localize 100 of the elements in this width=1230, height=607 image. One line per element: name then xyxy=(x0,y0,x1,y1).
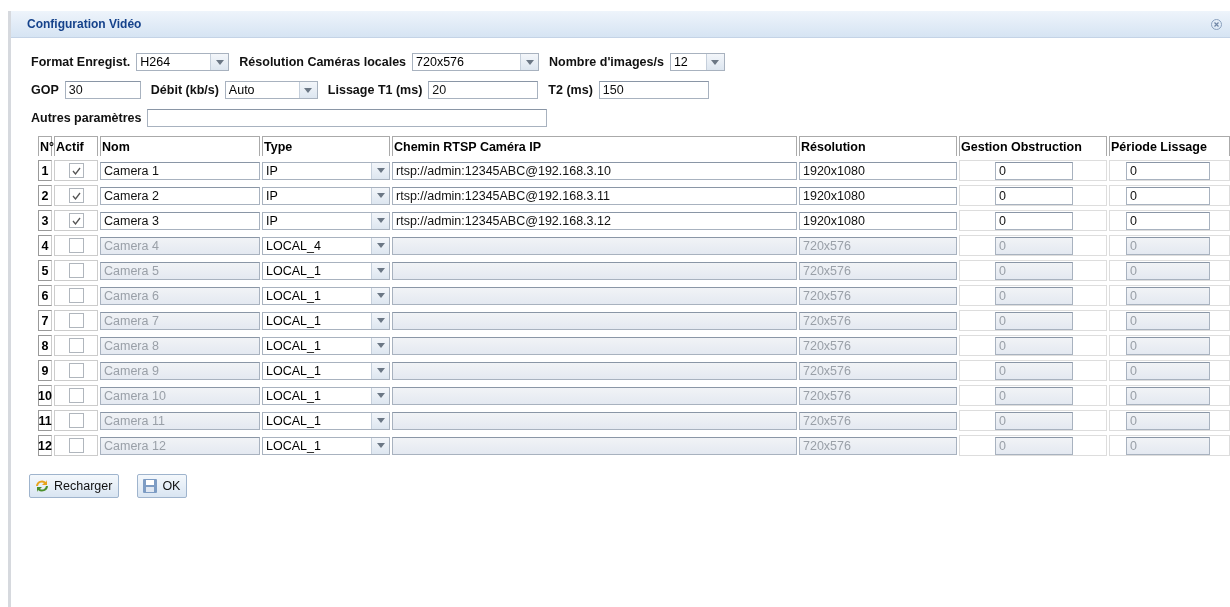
smoothing-field[interactable]: 0 xyxy=(1126,186,1210,205)
resolution-field[interactable]: 1920x1080 xyxy=(799,186,957,205)
caret-icon xyxy=(525,59,534,65)
checkbox[interactable] xyxy=(68,338,84,353)
checkbox[interactable] xyxy=(68,238,84,253)
column-header: Gestion Obstruction xyxy=(959,136,1107,156)
rtsp-path-field[interactable] xyxy=(392,286,797,305)
row-number: 3 xyxy=(38,210,52,231)
checkmark-icon xyxy=(71,166,81,175)
caret-icon xyxy=(376,368,385,373)
input-field[interactable] xyxy=(147,109,548,127)
close-icon[interactable] xyxy=(1211,18,1222,30)
row-number: 5 xyxy=(38,260,52,281)
checkbox[interactable] xyxy=(68,263,84,278)
column-header: Nom xyxy=(100,136,260,156)
smoothing-field[interactable]: 0 xyxy=(1126,211,1210,230)
rtsp-path-field[interactable] xyxy=(392,261,797,280)
window-title: Configuration Vidéo xyxy=(27,17,142,31)
obstruction-field[interactable]: 0 xyxy=(995,186,1073,205)
checkbox[interactable] xyxy=(68,363,84,378)
field-label: GOP xyxy=(31,83,59,97)
input-field[interactable]: 30 xyxy=(64,81,141,99)
input-field[interactable]: 150 xyxy=(598,81,709,99)
checkbox[interactable] xyxy=(68,163,84,178)
row-number: 1 xyxy=(38,160,52,181)
caret-icon xyxy=(711,59,720,65)
dropdown[interactable]: H264 xyxy=(136,53,230,71)
caret-icon xyxy=(215,59,224,65)
checkmark-icon xyxy=(71,216,81,225)
save-icon xyxy=(142,478,159,494)
rtsp-path-field[interactable] xyxy=(392,411,797,430)
caret-icon xyxy=(376,193,385,198)
column-header: Actif xyxy=(54,136,98,156)
type-dropdown[interactable]: LOCAL_1 xyxy=(262,361,390,380)
type-dropdown[interactable]: IP xyxy=(262,186,390,205)
rtsp-path-field[interactable]: rtsp://admin:12345ABC@192.168.3.12 xyxy=(392,211,797,230)
ok-button[interactable]: OK xyxy=(137,474,188,498)
reload-button[interactable]: Recharger xyxy=(29,474,120,498)
checkbox[interactable] xyxy=(68,288,84,303)
rtsp-path-field[interactable] xyxy=(392,336,797,355)
input-field[interactable]: 20 xyxy=(428,81,539,99)
caret-icon xyxy=(376,443,385,448)
checkbox[interactable] xyxy=(68,188,84,203)
caret-icon xyxy=(376,418,385,423)
caret-icon xyxy=(376,318,385,323)
field-label: Débit (kb/s) xyxy=(150,83,219,97)
checkbox[interactable] xyxy=(68,413,84,428)
row-number: 11 xyxy=(38,410,52,431)
dropdown[interactable]: 12 xyxy=(669,53,725,71)
row-number: 8 xyxy=(38,335,52,356)
rtsp-path-field[interactable] xyxy=(392,386,797,405)
column-header: Résolution xyxy=(799,136,957,156)
rtsp-path-field[interactable] xyxy=(392,361,797,380)
column-header: Chemin RTSP Caméra IP xyxy=(392,136,797,156)
column-header: Type xyxy=(262,136,390,156)
caret-icon xyxy=(376,343,385,348)
rtsp-path-field[interactable] xyxy=(392,436,797,455)
caret-icon xyxy=(376,218,385,223)
rtsp-path-field[interactable]: rtsp://admin:12345ABC@192.168.3.11 xyxy=(392,186,797,205)
type-dropdown[interactable]: LOCAL_1 xyxy=(262,436,390,455)
checkbox[interactable] xyxy=(68,388,84,403)
checkbox[interactable] xyxy=(68,438,84,453)
checkbox[interactable] xyxy=(68,213,84,228)
checkbox[interactable] xyxy=(68,313,84,328)
name-field[interactable]: Camera 1 xyxy=(100,161,260,180)
rtsp-path-field[interactable]: rtsp://admin:12345ABC@192.168.3.10 xyxy=(392,161,797,180)
dropdown[interactable]: 720x576 xyxy=(412,53,540,71)
type-dropdown[interactable]: LOCAL_4 xyxy=(262,236,390,255)
caret-icon xyxy=(376,293,385,298)
type-dropdown[interactable]: LOCAL_1 xyxy=(262,286,390,305)
type-dropdown[interactable]: LOCAL_1 xyxy=(262,336,390,355)
smoothing-field[interactable]: 0 xyxy=(1126,161,1210,180)
obstruction-field[interactable]: 0 xyxy=(995,161,1073,180)
type-dropdown[interactable]: IP xyxy=(262,211,390,230)
resolution-field[interactable]: 1920x1080 xyxy=(799,211,957,230)
caret-icon xyxy=(304,87,313,93)
caret-icon xyxy=(376,393,385,398)
type-dropdown[interactable]: LOCAL_1 xyxy=(262,311,390,330)
type-dropdown[interactable]: IP xyxy=(262,161,390,180)
dropdown[interactable]: Auto xyxy=(224,81,318,99)
rtsp-path-field[interactable] xyxy=(392,311,797,330)
resolution-field[interactable]: 1920x1080 xyxy=(799,161,957,180)
caret-icon xyxy=(376,268,385,273)
obstruction-field[interactable]: 0 xyxy=(995,211,1073,230)
name-field[interactable]: Camera 3 xyxy=(100,211,260,230)
row-number: 10 xyxy=(38,385,52,406)
field-label: Lissage T1 (ms) xyxy=(327,83,423,97)
row-number: 9 xyxy=(38,360,52,381)
refresh-icon xyxy=(34,478,50,494)
field-label: Nombre d'images/s xyxy=(549,55,664,69)
caret-icon xyxy=(376,168,385,173)
field-label: Format Enregist. xyxy=(31,55,131,69)
type-dropdown[interactable]: LOCAL_1 xyxy=(262,261,390,280)
row-number: 7 xyxy=(38,310,52,331)
name-field[interactable]: Camera 2 xyxy=(100,186,260,205)
field-label: Autres paramètres xyxy=(31,111,142,125)
rtsp-path-field[interactable] xyxy=(392,236,797,255)
type-dropdown[interactable]: LOCAL_1 xyxy=(262,411,390,430)
row-number: 12 xyxy=(38,435,52,456)
type-dropdown[interactable]: LOCAL_1 xyxy=(262,386,390,405)
